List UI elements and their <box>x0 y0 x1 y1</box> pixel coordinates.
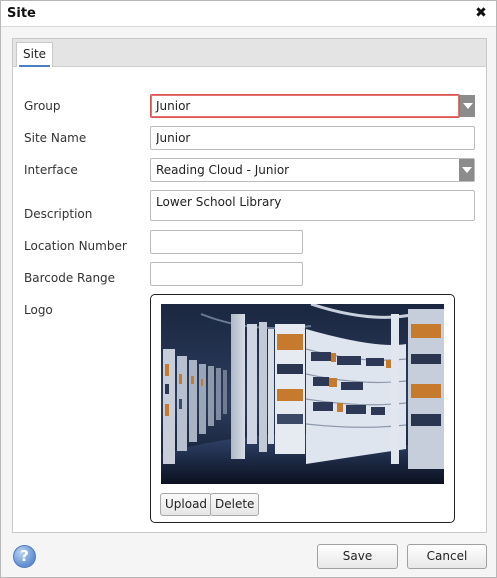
site-name-label: Site Name <box>24 131 87 145</box>
chevron-down-icon <box>461 167 472 173</box>
description-label: Description <box>24 207 93 221</box>
logo-image <box>161 304 444 484</box>
barcode-range-field[interactable] <box>150 262 303 286</box>
close-icon[interactable]: ✖ <box>473 5 489 21</box>
interface-value: Reading Cloud - Junior <box>156 163 290 177</box>
location-number-field[interactable] <box>150 230 303 254</box>
location-number-label: Location Number <box>24 239 127 253</box>
help-icon[interactable]: ? <box>13 545 36 568</box>
cancel-button[interactable]: Cancel <box>407 544 487 569</box>
dialog-title: Site <box>7 6 36 21</box>
save-button[interactable]: Save <box>317 544 398 569</box>
group-select[interactable]: Junior <box>150 94 460 118</box>
tab-strip: Site <box>13 39 486 67</box>
logo-label: Logo <box>24 303 53 317</box>
interface-select[interactable]: Reading Cloud - Junior <box>150 158 475 182</box>
group-dropdown-button[interactable] <box>460 95 475 117</box>
site-dialog: Site ✖ Site Group Junior Site Name Inter… <box>0 0 497 578</box>
chevron-down-icon <box>462 103 473 109</box>
group-label: Group <box>24 99 61 113</box>
tab-site[interactable]: Site <box>16 42 54 67</box>
tab-panel: Site Group Junior Site Name Interface Re… <box>12 38 487 533</box>
title-bar: Site ✖ <box>1 1 496 27</box>
site-name-field[interactable] <box>150 126 475 150</box>
interface-label: Interface <box>24 163 78 177</box>
group-value: Junior <box>156 99 191 113</box>
upload-button[interactable]: Upload <box>160 493 213 516</box>
delete-button[interactable]: Delete <box>210 493 260 516</box>
interface-dropdown-button[interactable] <box>459 159 474 181</box>
logo-panel: Upload Delete <box>150 294 455 523</box>
barcode-range-label: Barcode Range <box>24 271 116 285</box>
description-field[interactable]: Lower School Library <box>150 190 475 221</box>
